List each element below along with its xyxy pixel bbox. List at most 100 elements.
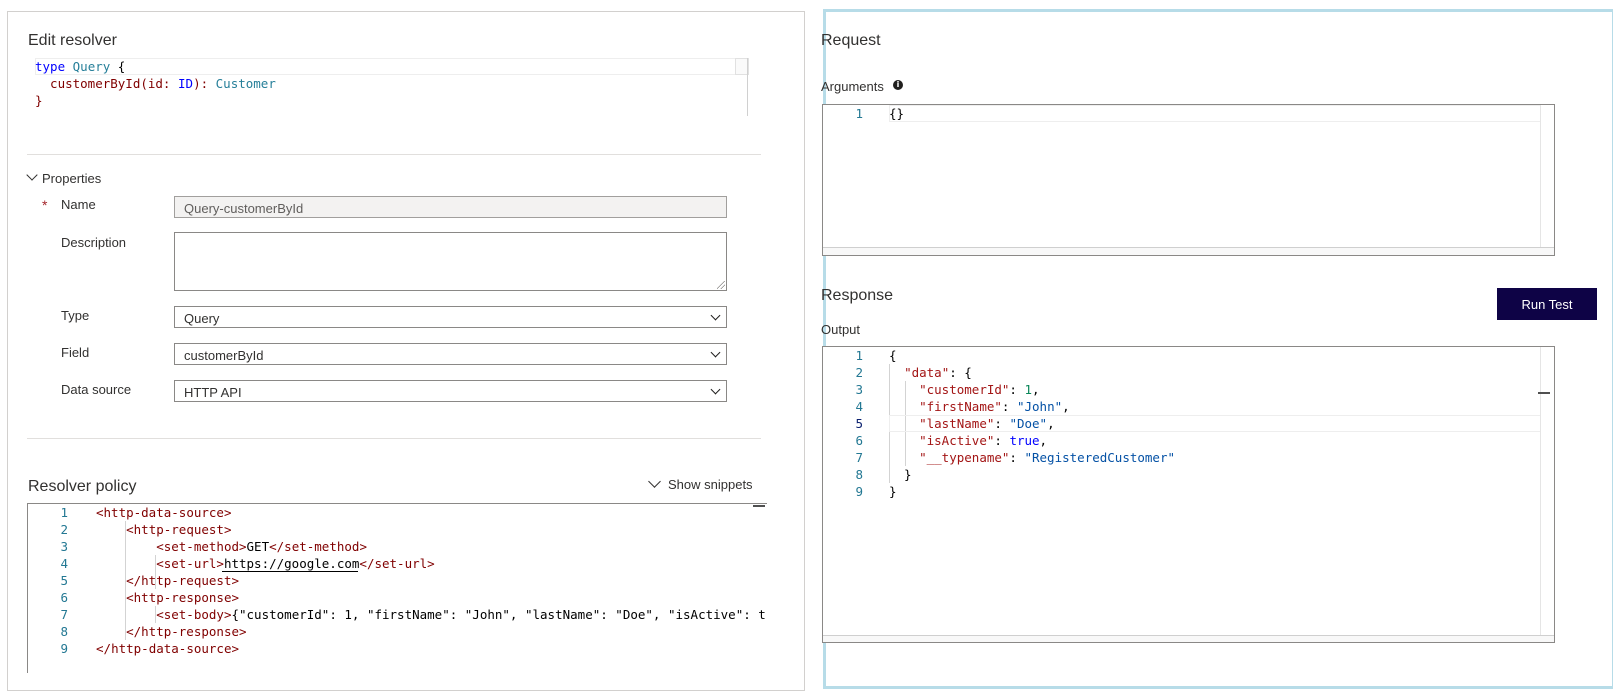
required-marker: *	[42, 197, 48, 213]
code-token: </	[96, 641, 112, 656]
code-token: >	[231, 590, 240, 605]
line-number: 4	[60, 556, 68, 571]
code-token: {"customerId": 1, "firstName": "John", "…	[231, 607, 767, 622]
code-token: <	[96, 607, 164, 622]
field-select[interactable]: customerById	[174, 343, 727, 365]
arguments-label: Arguments	[821, 79, 884, 94]
code-text: <http-response>	[96, 589, 239, 606]
code-token: {}	[889, 106, 905, 121]
line-number: 2	[60, 522, 68, 537]
output-editor[interactable]: 1 {2 "data": {3 "customerId": 1, 4 "firstN…	[822, 346, 1555, 643]
code-text: }	[889, 466, 912, 483]
edit-resolver-title: Edit resolver	[28, 32, 117, 49]
arguments-editor[interactable]: 1 {}	[822, 104, 1555, 256]
code-token: :	[994, 416, 1010, 431]
code-line: 3 <set-method>GET</set-method>	[28, 538, 767, 555]
code-token: ,	[1047, 416, 1055, 431]
section-divider	[27, 154, 761, 155]
code-text: "firstName": "John",	[889, 398, 1070, 415]
code-token: "RegisteredCustomer"	[1024, 450, 1175, 465]
code-token: set-url	[163, 556, 217, 571]
name-field: Query-customerById	[174, 196, 727, 218]
request-title: Request	[821, 32, 881, 49]
line-number: 1	[855, 106, 863, 121]
code-line: 4 <set-url>https://google.com</set-url>	[28, 555, 767, 572]
code-token: <	[96, 556, 164, 571]
code-text: }	[889, 483, 897, 500]
code-token: >	[223, 505, 232, 520]
code-line: 3 "customerId": 1,	[823, 381, 1554, 398]
code-line: 2 "data": {	[823, 364, 1554, 381]
field-select-value: customerById	[184, 348, 264, 363]
schema-current-line	[35, 58, 737, 75]
line-number: 6	[855, 433, 863, 448]
code-line: 9}	[823, 483, 1554, 500]
code-line: 8 }	[823, 466, 1554, 483]
description-textarea[interactable]	[174, 232, 727, 291]
type-label: Type	[61, 308, 90, 323]
description-label: Description	[61, 235, 127, 250]
line-number: 7	[855, 450, 863, 465]
data-source-label: Data source	[61, 382, 132, 397]
code-text: <http-data-source>	[96, 504, 231, 521]
code-token: http-request	[141, 573, 232, 588]
code-line: 7 "__typename": "RegisteredCustomer"	[823, 449, 1554, 466]
line-number: 6	[60, 590, 68, 605]
output-label: Output	[821, 322, 861, 337]
show-snippets-toggle[interactable]: Show snippets	[646, 475, 756, 496]
arguments-vertical-scrollbar[interactable]	[1540, 105, 1554, 255]
output-horizontal-scrollbar[interactable]	[823, 635, 1554, 642]
data-source-select[interactable]: HTTP API	[174, 380, 727, 402]
code-token: "John"	[1016, 399, 1063, 414]
code-token: "data"	[904, 365, 950, 380]
info-icon[interactable]: i	[893, 80, 903, 90]
code-token: >	[231, 641, 240, 656]
code-line: 4 "firstName": "John",	[823, 398, 1554, 415]
code-text: </http-data-source>	[96, 640, 239, 657]
code-token: GET	[246, 539, 270, 554]
code-token: http-response	[141, 624, 239, 639]
code-token: <	[96, 590, 134, 605]
code-token: <	[96, 522, 134, 537]
resize-grip-icon[interactable]	[717, 281, 725, 289]
code-line: 8 </http-response>	[28, 623, 767, 640]
properties-header[interactable]: Properties	[42, 171, 101, 186]
policy-editor[interactable]: 1 <http-data-source> 2 <http-request> 3 <se…	[27, 503, 767, 673]
line-number: 8	[60, 624, 68, 639]
code-token: }	[35, 93, 43, 108]
code-token: "__typename"	[919, 450, 1010, 465]
schema-scroll-edge	[747, 58, 748, 116]
code-token: 1	[1024, 382, 1033, 397]
run-test-button[interactable]: Run Test	[1497, 288, 1597, 320]
code-token: </	[359, 556, 375, 571]
code-token: <	[96, 539, 164, 554]
code-text: "lastName": "Doe",	[889, 415, 1055, 432]
code-token: https://google.com	[223, 556, 360, 571]
code-token: {	[889, 348, 897, 363]
code-text: <http-request>	[96, 521, 231, 538]
code-token: type	[35, 59, 66, 74]
line-number: 3	[855, 382, 863, 397]
line-number: 3	[60, 539, 68, 554]
code-line: 1 {}	[823, 105, 1554, 122]
code-text: </http-response>	[96, 623, 246, 640]
url-underline	[222, 571, 358, 572]
arguments-horizontal-scrollbar[interactable]	[823, 247, 1554, 255]
code-token: ,	[1039, 433, 1048, 448]
code-token: </	[269, 539, 285, 554]
code-token: Query	[72, 59, 111, 74]
code-token: "customerId"	[919, 382, 1010, 397]
code-text: "data": {	[889, 364, 972, 381]
code-token: set-method	[163, 539, 239, 554]
schema-code-block: type Query { customerById(id: ID): Custo…	[35, 58, 749, 116]
code-token: >	[359, 539, 367, 554]
line-number: 5	[60, 573, 68, 588]
type-select[interactable]: Query	[174, 306, 727, 328]
code-line: 7 <set-body>{"customerId": 1, "firstName…	[28, 606, 767, 623]
code-token: "isActive"	[919, 433, 995, 448]
